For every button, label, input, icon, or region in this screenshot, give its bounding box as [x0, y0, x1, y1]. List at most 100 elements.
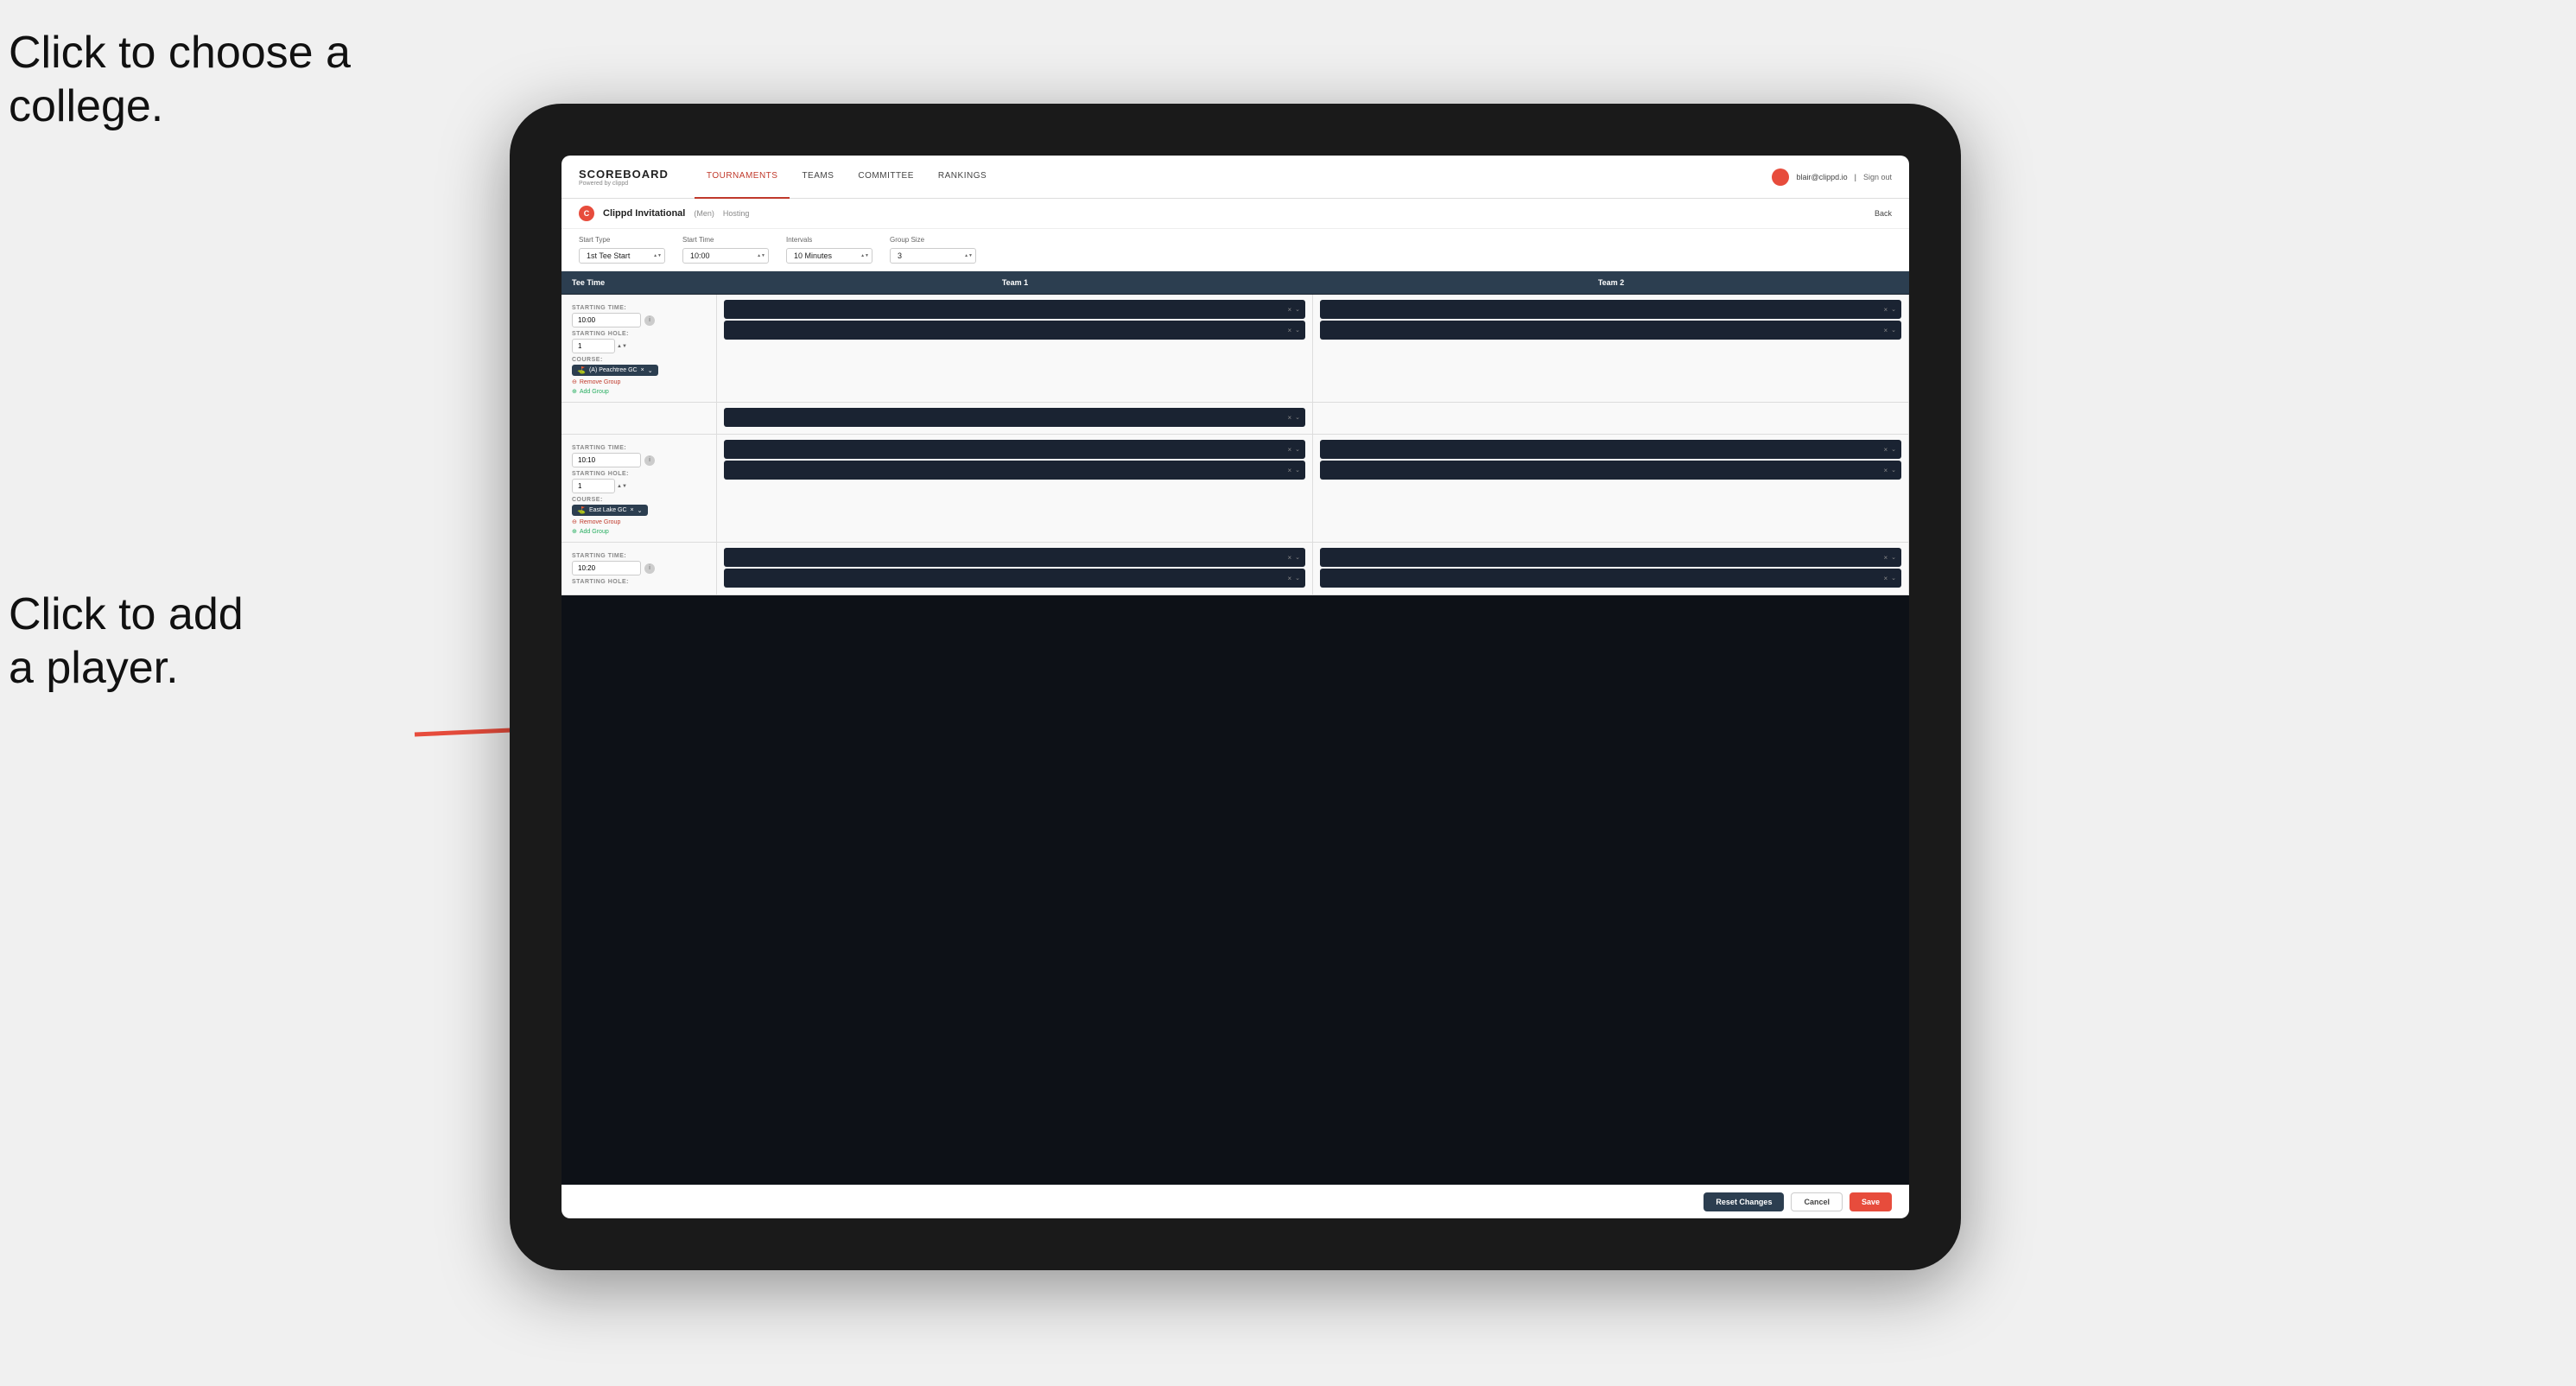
group-size-label: Group Size [890, 236, 976, 244]
player-x[interactable]: × [1287, 554, 1291, 562]
back-button[interactable]: Back [1875, 209, 1892, 218]
course-tag-1[interactable]: ⛳ (A) Peachtree GC × ⌄ [572, 365, 658, 376]
controls-bar: Start Type 1st Tee Start Start Time 10:0… [562, 229, 1909, 271]
remove-group-1[interactable]: ⊖ Remove Group [572, 378, 706, 385]
player-row[interactable]: × ⌄ [724, 569, 1305, 588]
reset-button[interactable]: Reset Changes [1704, 1192, 1784, 1211]
player-x[interactable]: × [1287, 306, 1291, 314]
player-row[interactable]: × ⌄ [724, 300, 1305, 319]
course-chevron-2[interactable]: ⌄ [638, 507, 643, 514]
starting-time-input-1[interactable] [572, 313, 641, 327]
nav-tournaments[interactable]: TOURNAMENTS [695, 156, 790, 199]
clippd-logo: C [579, 206, 594, 221]
player-row[interactable]: × ⌄ [1320, 440, 1901, 459]
logo-sub: Powered by clippd [579, 181, 669, 187]
player-x[interactable]: × [1287, 575, 1291, 582]
player-row[interactable]: × ⌄ [1320, 548, 1901, 567]
player-chevron[interactable]: ⌄ [1891, 327, 1896, 334]
starting-hole-label-3: STARTING HOLE: [572, 579, 706, 585]
arrows-2[interactable]: ▲▼ [617, 484, 627, 489]
player-x[interactable]: × [1287, 446, 1291, 454]
player-x[interactable]: × [1287, 467, 1291, 474]
group-row: STARTING TIME: i STARTING HOLE: ▲▼ COURS… [562, 295, 1909, 403]
course-wrapper-1: ⛳ (A) Peachtree GC × ⌄ [572, 365, 706, 376]
course-chevron[interactable]: ⌄ [648, 367, 653, 374]
player-x[interactable]: × [1883, 306, 1888, 314]
nav-links: TOURNAMENTS TEAMS COMMITTEE RANKINGS [695, 156, 1773, 199]
starting-hole-label-1: STARTING HOLE: [572, 331, 706, 337]
team2-group2: × ⌄ × ⌄ [1313, 435, 1909, 542]
starting-hole-input-1[interactable] [572, 339, 615, 353]
player-chevron[interactable]: ⌄ [1891, 446, 1896, 453]
start-time-select-wrapper: 10:00 [682, 247, 769, 264]
player-x[interactable]: × [1883, 575, 1888, 582]
arrows-1[interactable]: ▲▼ [617, 344, 627, 349]
save-button[interactable]: Save [1850, 1192, 1892, 1211]
user-avatar [1772, 168, 1789, 186]
start-time-select[interactable]: 10:00 [682, 248, 769, 264]
player-chevron[interactable]: ⌄ [1891, 467, 1896, 474]
group-size-group: Group Size 3 [890, 236, 976, 264]
player-x[interactable]: × [1883, 327, 1888, 334]
nav-committee[interactable]: COMMITTEE [846, 156, 926, 199]
starting-time-label-3: STARTING TIME: [572, 553, 706, 559]
player-x[interactable]: × [1287, 414, 1291, 422]
team1-group1: × ⌄ × ⌄ [717, 295, 1313, 402]
player-row[interactable]: × ⌄ [724, 321, 1305, 340]
add-group-1[interactable]: ⊕ Add Group [572, 388, 706, 395]
info-icon-1: i [644, 315, 655, 326]
player-chevron[interactable]: ⌄ [1295, 327, 1300, 334]
player-row[interactable]: × ⌄ [1320, 461, 1901, 480]
nav-teams[interactable]: TEAMS [790, 156, 846, 199]
starting-hole-wrapper-2: ▲▼ [572, 479, 706, 493]
player-chevron[interactable]: ⌄ [1295, 414, 1300, 421]
course-tag-2[interactable]: ⛳ East Lake GC × ⌄ [572, 505, 648, 516]
player-x[interactable]: × [1883, 554, 1888, 562]
team1-group3: × ⌄ × ⌄ [717, 543, 1313, 594]
annotation-choose-college: Click to choose a college. [9, 26, 351, 134]
hosting-badge: Hosting [723, 209, 750, 218]
tablet-frame: SCOREBOARD Powered by clippd TOURNAMENTS… [510, 104, 1961, 1270]
player-chevron[interactable]: ⌄ [1295, 467, 1300, 474]
nav-rankings[interactable]: RANKINGS [926, 156, 999, 199]
player-x[interactable]: × [1883, 446, 1888, 454]
start-type-group: Start Type 1st Tee Start [579, 236, 665, 264]
starting-time-input-2[interactable] [572, 453, 641, 467]
logo-text: SCOREBOARD [579, 168, 669, 181]
player-chevron[interactable]: ⌄ [1295, 575, 1300, 582]
player-row[interactable]: × ⌄ [724, 408, 1305, 427]
starting-time-input-wrapper-3: i [572, 561, 706, 575]
starting-time-input-3[interactable] [572, 561, 641, 575]
starting-hole-wrapper-1: ▲▼ [572, 339, 706, 353]
player-chevron[interactable]: ⌄ [1891, 575, 1896, 582]
course-remove-x[interactable]: × [641, 367, 644, 373]
cancel-button[interactable]: Cancel [1791, 1192, 1843, 1211]
group-size-select[interactable]: 3 [890, 248, 976, 264]
th-team2: Team 2 [1313, 271, 1909, 294]
start-type-select[interactable]: 1st Tee Start [579, 248, 665, 264]
tablet-screen: SCOREBOARD Powered by clippd TOURNAMENTS… [562, 156, 1909, 1218]
player-chevron[interactable]: ⌄ [1891, 554, 1896, 561]
add-group-2[interactable]: ⊕ Add Group [572, 528, 706, 535]
user-email: blair@clippd.io [1796, 173, 1847, 181]
player-row[interactable]: × ⌄ [724, 548, 1305, 567]
sign-out-link[interactable]: Sign out [1863, 173, 1892, 181]
player-x[interactable]: × [1883, 467, 1888, 474]
player-x[interactable]: × [1287, 327, 1291, 334]
player-chevron[interactable]: ⌄ [1295, 554, 1300, 561]
remove-group-2[interactable]: ⊖ Remove Group [572, 518, 706, 525]
intervals-select[interactable]: 10 Minutes [786, 248, 872, 264]
player-row[interactable]: × ⌄ [1320, 321, 1901, 340]
gender-badge: (Men) [694, 209, 714, 218]
player-chevron[interactable]: ⌄ [1891, 306, 1896, 313]
player-chevron[interactable]: ⌄ [1295, 446, 1300, 453]
player-row[interactable]: × ⌄ [1320, 300, 1901, 319]
course-remove-x-2[interactable]: × [631, 507, 634, 513]
player-row[interactable]: × ⌄ [724, 440, 1305, 459]
player-row[interactable]: × ⌄ [724, 461, 1305, 480]
starting-hole-input-2[interactable] [572, 479, 615, 493]
course-label-2: COURSE: [572, 497, 706, 503]
player-row[interactable]: × ⌄ [1320, 569, 1901, 588]
player-chevron[interactable]: ⌄ [1295, 306, 1300, 313]
start-type-label: Start Type [579, 236, 665, 244]
